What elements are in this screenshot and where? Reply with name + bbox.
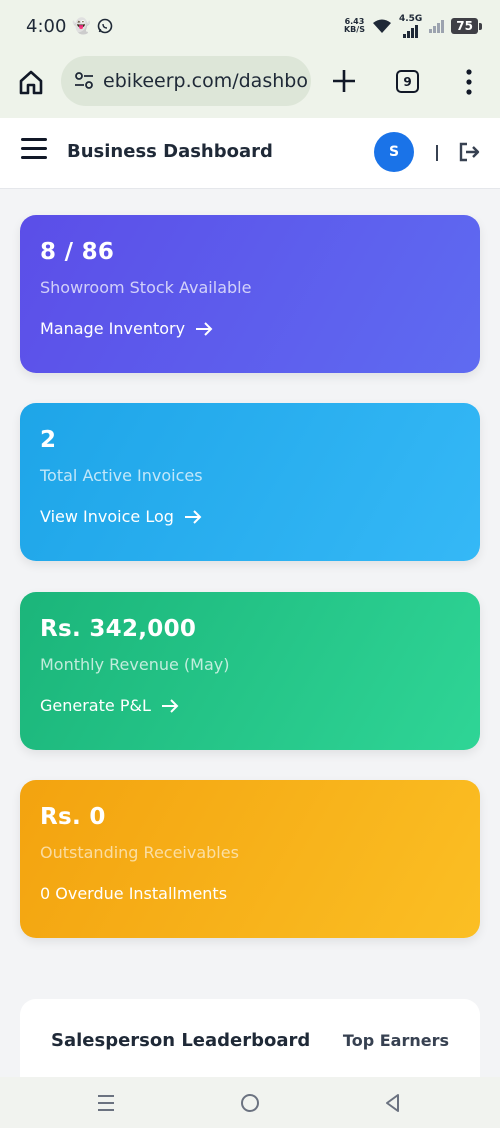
receivables-value: Rs. 0 xyxy=(40,804,106,830)
stock-value: 8 / 86 xyxy=(40,239,115,265)
leaderboard-panel: Salesperson Leaderboard Top Earners xyxy=(20,999,480,1077)
status-left: 4:00 👻 xyxy=(26,16,113,37)
top-earners-tab[interactable]: Top Earners xyxy=(343,1031,449,1050)
snapchat-icon: 👻 xyxy=(72,17,92,35)
browser-toolbar: ebikeerp.com/dashbo 9 xyxy=(0,52,500,118)
home-circle-icon[interactable] xyxy=(239,1092,261,1114)
hamburger-menu-icon[interactable] xyxy=(21,138,47,162)
dashboard-content: 8 / 86 Showroom Stock Available Manage I… xyxy=(0,189,500,1077)
signal-type-label: 4.5G xyxy=(398,14,423,24)
overdue-installments-label: 0 Overdue Installments xyxy=(40,884,228,903)
more-options-icon[interactable] xyxy=(462,68,476,96)
stock-card: 8 / 86 Showroom Stock Available Manage I… xyxy=(20,215,480,373)
network-speed: 6.43 KB/S xyxy=(344,18,365,34)
leaderboard-title: Salesperson Leaderboard xyxy=(51,1030,311,1051)
header-divider xyxy=(436,145,438,161)
logout-icon[interactable] xyxy=(459,142,481,162)
invoices-value: 2 xyxy=(40,427,57,453)
network-speed-unit: KB/S xyxy=(343,25,365,34)
app-header: Business Dashboard S xyxy=(0,118,500,189)
view-invoice-log-label: View Invoice Log xyxy=(40,507,174,526)
generate-pl-link[interactable]: Generate P&L xyxy=(40,696,460,715)
invoices-subtitle: Total Active Invoices xyxy=(40,466,203,485)
site-settings-icon[interactable] xyxy=(73,70,95,92)
revenue-card: Rs. 342,000 Monthly Revenue (May) Genera… xyxy=(20,592,480,750)
generate-pl-label: Generate P&L xyxy=(40,696,151,715)
url-text: ebikeerp.com/dashbo xyxy=(103,70,308,92)
back-icon[interactable] xyxy=(382,1092,404,1114)
arrow-right-icon xyxy=(184,509,202,524)
system-navigation-bar xyxy=(0,1077,500,1128)
wifi-icon xyxy=(372,19,391,33)
overdue-installments-link[interactable]: 0 Overdue Installments xyxy=(40,884,460,903)
signal-group: 4.5G xyxy=(399,14,422,38)
address-bar[interactable]: ebikeerp.com/dashbo xyxy=(61,56,311,106)
receivables-subtitle: Outstanding Receivables xyxy=(40,843,239,862)
revenue-value: Rs. 342,000 xyxy=(40,616,197,642)
signal-bars-secondary-icon xyxy=(429,19,445,33)
whatsapp-icon xyxy=(97,18,113,34)
battery-indicator: 75 xyxy=(451,18,482,34)
arrow-right-icon xyxy=(196,321,213,336)
user-avatar[interactable]: S xyxy=(374,132,414,172)
page-title: Business Dashboard xyxy=(67,141,273,162)
tab-switcher-button[interactable]: 9 xyxy=(396,70,419,93)
status-right: 6.43 KB/S 4.5G 75 xyxy=(344,14,482,38)
new-tab-icon[interactable] xyxy=(330,67,358,95)
status-bar: 4:00 👻 6.43 KB/S 4.5G 75 xyxy=(0,0,500,52)
revenue-subtitle: Monthly Revenue (May) xyxy=(40,655,230,674)
stock-subtitle: Showroom Stock Available xyxy=(40,278,252,297)
arrow-right-icon xyxy=(161,698,179,713)
manage-inventory-link[interactable]: Manage Inventory xyxy=(40,319,460,338)
signal-bars-icon xyxy=(403,24,419,38)
home-icon[interactable] xyxy=(17,68,45,96)
status-time: 4:00 xyxy=(26,15,67,37)
view-invoice-log-link[interactable]: View Invoice Log xyxy=(40,507,460,526)
receivables-card: Rs. 0 Outstanding Receivables 0 Overdue … xyxy=(20,780,480,938)
recent-apps-icon[interactable] xyxy=(95,1092,117,1114)
invoices-card: 2 Total Active Invoices View Invoice Log xyxy=(20,403,480,561)
manage-inventory-label: Manage Inventory xyxy=(40,319,186,338)
